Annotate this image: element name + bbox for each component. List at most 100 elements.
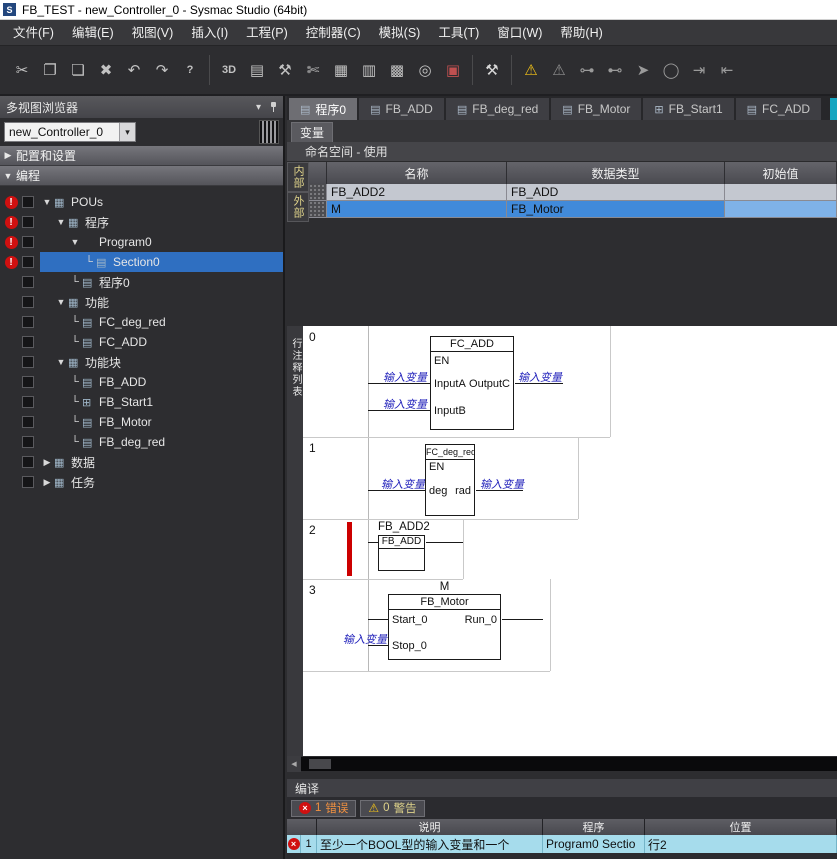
instance-name-label[interactable]: M [388, 581, 501, 593]
pin-icon[interactable] [269, 102, 277, 112]
menu-window[interactable]: 窗口(W) [488, 20, 551, 46]
edit-tools-icon[interactable]: ⚒ [272, 57, 298, 83]
online-icon[interactable]: ⊶ [574, 57, 600, 83]
header-data-type[interactable]: 数据类型 [507, 162, 725, 184]
tree-item-programs[interactable]: ▼▦程序 [0, 212, 283, 232]
section-configurations-setup[interactable]: ▶ 配置和设置 [0, 146, 283, 166]
menu-simulation[interactable]: 模拟(S) [370, 20, 430, 46]
scroll-left-button[interactable]: ◀ [287, 756, 301, 772]
tree-item-program0[interactable]: ▼Program0 [0, 232, 283, 252]
expand-arrow-icon[interactable]: ▼ [40, 197, 54, 207]
tab-fb-motor[interactable]: ▤FB_Motor [551, 98, 641, 120]
variable-type-cell[interactable]: FB_ADD [507, 184, 725, 201]
function-block-fc-deg-red[interactable]: FC_deg_red EN deg rad [425, 444, 475, 516]
expand-arrow-icon[interactable]: ▼ [68, 237, 82, 247]
io-map-icon[interactable]: ▩ [384, 57, 410, 83]
menu-insert[interactable]: 插入(I) [182, 20, 237, 46]
rung-comment-strip[interactable]: 行注释列表 [287, 326, 303, 756]
tree-item-tasks[interactable]: ▶▦任务 [0, 472, 283, 492]
header-location[interactable]: 位置 [645, 819, 837, 835]
input-variable-label[interactable]: 输入变量 [383, 369, 427, 385]
snip-icon[interactable]: ✄ [300, 57, 326, 83]
undo-icon[interactable]: ↶ [121, 57, 147, 83]
help-icon[interactable]: ? [177, 57, 203, 83]
tab-fb-start1[interactable]: ⊞FB_Start1 [643, 98, 733, 120]
tree-item-data[interactable]: ▶▦数据 [0, 452, 283, 472]
tree-item-function-blocks[interactable]: ▼▦功能块 [0, 352, 283, 372]
tree-checkbox[interactable] [22, 196, 34, 208]
menu-tools[interactable]: 工具(T) [429, 20, 488, 46]
variable-type-cell[interactable]: FB_Motor [507, 201, 725, 218]
variable-name-cell[interactable]: FB_ADD2 [327, 184, 507, 201]
expand-arrow-icon[interactable]: ▶ [0, 150, 16, 161]
tab-external-variables[interactable]: 外部 [287, 192, 309, 222]
expand-arrow-icon[interactable]: ▼ [54, 357, 68, 367]
rung-number[interactable]: 2 [309, 523, 316, 537]
tree-item-functions[interactable]: ▼▦功能 [0, 292, 283, 312]
menu-controller[interactable]: 控制器(C) [297, 20, 370, 46]
rung-number[interactable]: 1 [309, 441, 316, 455]
input-variable-label[interactable]: 输入变量 [383, 396, 427, 412]
build-error-row[interactable]: 1 至少一个BOOL型的输入变量和一个 Program0 Sectio 行2 [287, 835, 837, 853]
tree-item-fc-add[interactable]: └▤FC_ADD [0, 332, 283, 352]
download-icon[interactable]: ⇥ [686, 57, 712, 83]
tab-fb-add[interactable]: ▤FB_ADD [359, 98, 444, 120]
row-selector[interactable] [309, 201, 327, 218]
tree-checkbox[interactable] [22, 456, 34, 468]
rung-number[interactable]: 3 [309, 583, 316, 597]
warning-icon[interactable]: ⚠ [518, 57, 544, 83]
variable-name-cell[interactable]: M [327, 201, 507, 218]
tree-item-fb-motor[interactable]: └▤FB_Motor [0, 412, 283, 432]
function-block-fc-add[interactable]: FC_ADD EN InputA OutputC InputB [430, 336, 514, 430]
paste-icon[interactable]: ❏ [65, 57, 91, 83]
scrollbar-track[interactable] [301, 757, 837, 771]
tree-item-pous[interactable]: ▼▦POUs [0, 192, 283, 212]
tab-errors[interactable]: 1 错误 [291, 800, 356, 817]
header-description[interactable]: 说明 [317, 819, 543, 835]
stop-icon[interactable]: ▣ [440, 57, 466, 83]
sync-icon[interactable]: ◯ [658, 57, 684, 83]
tree-checkbox[interactable] [22, 256, 34, 268]
output-variable-label[interactable]: 输入变量 [518, 369, 562, 385]
tree-item-fb-add[interactable]: └▤FB_ADD [0, 372, 283, 392]
tree-item-program0-cn[interactable]: └▤程序0 [0, 272, 283, 292]
variable-init-cell[interactable] [725, 184, 837, 201]
warning-muted-icon[interactable]: ⚠ [546, 57, 572, 83]
tree-checkbox[interactable] [22, 236, 34, 248]
header-initial-value[interactable]: 初始值 [725, 162, 837, 184]
header-program[interactable]: 程序 [543, 819, 645, 835]
watch-window-icon[interactable]: ▦ [328, 57, 354, 83]
controller-select[interactable]: new_Controller_0 ▾ [4, 122, 136, 142]
tree-item-fb-start1[interactable]: └⊞FB_Start1 [0, 392, 283, 412]
section-programming[interactable]: ▼ 编程 [0, 166, 283, 186]
tree-checkbox[interactable] [22, 396, 34, 408]
tree-checkbox[interactable] [22, 276, 34, 288]
row-selector[interactable] [309, 184, 327, 201]
tab-variables[interactable]: 变量 [291, 122, 333, 142]
ladder-editor[interactable]: 行注释列表 0 输入变量 输入变量 输入变量 [287, 326, 837, 756]
tree-checkbox[interactable] [22, 436, 34, 448]
menu-file[interactable]: 文件(F) [4, 20, 63, 46]
tab-warnings[interactable]: ⚠ 0 警告 [360, 800, 424, 817]
build-icon[interactable]: ⚒ [479, 57, 505, 83]
search-icon[interactable]: ◎ [412, 57, 438, 83]
header-name[interactable]: 名称 [327, 162, 507, 184]
menu-help[interactable]: 帮助(H) [551, 20, 611, 46]
print-icon[interactable]: ▤ [244, 57, 270, 83]
expand-arrow-icon[interactable]: ▶ [40, 477, 54, 488]
tab-program0[interactable]: ▤程序0 [289, 98, 357, 120]
tree-checkbox[interactable] [22, 416, 34, 428]
tree-checkbox[interactable] [22, 356, 34, 368]
expand-arrow-icon[interactable]: ▼ [54, 297, 68, 307]
variable-init-cell[interactable] [725, 201, 837, 218]
tree-checkbox[interactable] [22, 476, 34, 488]
tab-fb-deg-red[interactable]: ▤FB_deg_red [446, 98, 549, 120]
go-online-icon[interactable]: ➤ [630, 57, 656, 83]
scrollbar-thumb[interactable] [309, 759, 331, 769]
offline-icon[interactable]: ⊷ [602, 57, 628, 83]
tree-checkbox[interactable] [22, 376, 34, 388]
partial-tab[interactable] [830, 98, 837, 120]
expand-arrow-icon[interactable]: ▼ [54, 217, 68, 227]
tree-checkbox[interactable] [22, 316, 34, 328]
horizontal-scrollbar[interactable]: ◀ [287, 756, 837, 772]
